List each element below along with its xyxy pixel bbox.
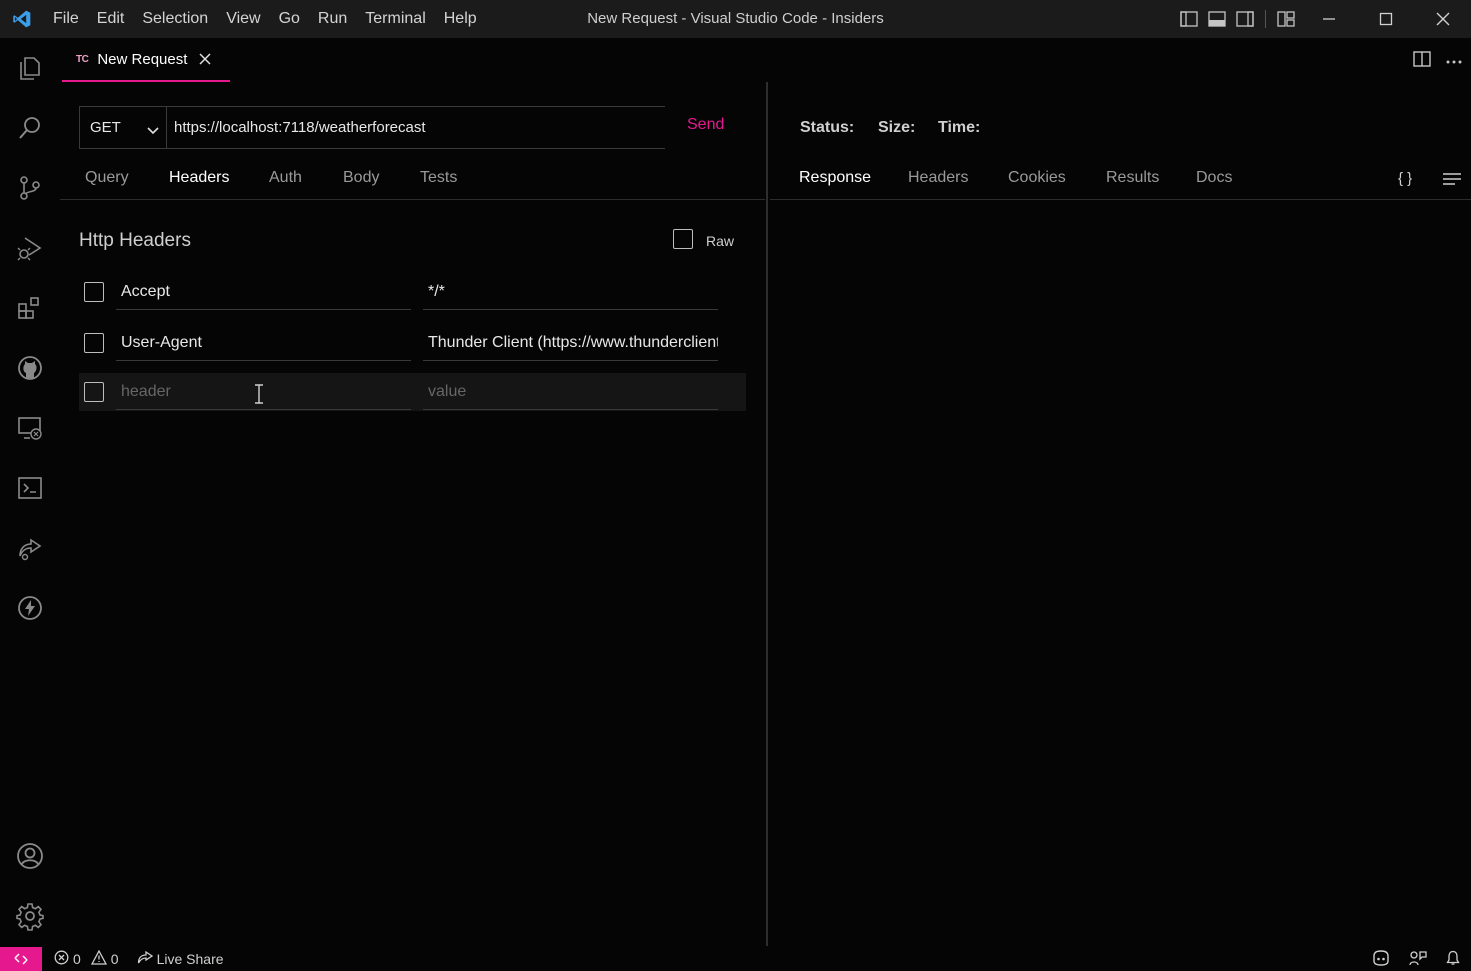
menu-bar: File Edit Selection View Go Run Terminal… [44, 0, 486, 38]
title-controls [1175, 0, 1471, 38]
thunder-client-tab-badge: TC [76, 53, 89, 65]
settings-gear-icon[interactable] [0, 886, 60, 946]
raw-checkbox[interactable] [673, 229, 693, 249]
chevron-down-icon [147, 122, 159, 139]
thunder-client-icon[interactable] [0, 578, 60, 638]
status-label: Status: [800, 119, 855, 136]
copilot-icon[interactable] [1371, 949, 1391, 969]
run-debug-icon[interactable] [0, 218, 60, 278]
remote-indicator-icon[interactable] [0, 947, 42, 971]
problems-indicator[interactable]: 0 0 [54, 949, 119, 968]
search-icon[interactable] [0, 98, 60, 158]
menu-go[interactable]: Go [270, 0, 309, 38]
tab-new-request[interactable]: TC New Request [62, 38, 230, 82]
header-value-input[interactable]: */* [423, 273, 718, 310]
menu-view[interactable]: View [217, 0, 269, 38]
minimize-icon[interactable] [1300, 0, 1357, 38]
account-icon[interactable] [0, 826, 60, 886]
toggle-primary-sidebar-icon[interactable] [1175, 0, 1203, 38]
raw-label: Raw [706, 233, 735, 249]
split-editor-icon[interactable] [1413, 50, 1431, 70]
header-key-input[interactable]: User-Agent [116, 324, 411, 361]
editor-actions [1413, 38, 1463, 82]
request-tabs: Query Headers Auth Body Tests [60, 163, 765, 200]
section-title: Http Headers [79, 230, 191, 251]
response-tabs: Response Headers Cookies Results Docs { … [770, 163, 1471, 200]
new-header-value-input[interactable]: value [423, 373, 718, 410]
status-bar-right [1371, 947, 1461, 971]
header-enable-checkbox[interactable] [84, 333, 104, 353]
maximize-icon[interactable] [1357, 0, 1414, 38]
method-value: GET [90, 119, 121, 136]
vscode-logo-icon [0, 0, 44, 38]
title-separator [1265, 10, 1266, 28]
tab-query[interactable]: Query [85, 169, 129, 187]
text-cursor-icon [253, 384, 265, 407]
time-label: Time: [938, 119, 981, 136]
format-json-button[interactable]: { } [1398, 170, 1412, 187]
header-enable-checkbox[interactable] [84, 382, 104, 402]
warning-count: 0 [110, 951, 119, 967]
menu-terminal[interactable]: Terminal [356, 0, 434, 38]
feedback-icon[interactable] [1409, 950, 1427, 969]
tab-label: New Request [97, 50, 188, 68]
header-enable-checkbox[interactable] [84, 282, 104, 302]
url-input[interactable]: https://localhost:7118/weatherforecast [166, 106, 665, 149]
close-icon[interactable] [198, 52, 212, 66]
panel-divider[interactable] [766, 82, 768, 946]
source-control-icon[interactable] [0, 158, 60, 218]
github-icon[interactable] [0, 338, 60, 398]
header-key-input[interactable]: Accept [116, 273, 411, 310]
tab-headers[interactable]: Headers [169, 169, 229, 187]
toggle-panel-icon[interactable] [1203, 0, 1231, 38]
method-select[interactable]: GET [79, 106, 167, 149]
live-share-status-icon [137, 950, 153, 968]
header-row: User-Agent Thunder Client (https://www.t… [79, 324, 746, 362]
customize-layout-icon[interactable] [1272, 0, 1300, 38]
tab-response[interactable]: Response [799, 169, 871, 187]
activity-bar [0, 38, 60, 947]
header-value-input[interactable]: Thunder Client (https://www.thunderclien… [423, 324, 718, 361]
editor-tab-bar: TC New Request [60, 38, 1471, 82]
tab-results[interactable]: Results [1106, 169, 1159, 187]
live-share-icon[interactable] [0, 518, 60, 578]
explorer-icon[interactable] [0, 38, 60, 98]
size-label: Size: [878, 119, 916, 136]
error-icon [54, 950, 69, 968]
tab-tests[interactable]: Tests [420, 169, 457, 187]
new-header-row: header value [79, 373, 746, 411]
send-button[interactable]: Send [687, 116, 724, 134]
tab-docs[interactable]: Docs [1196, 169, 1232, 187]
menu-edit[interactable]: Edit [88, 0, 134, 38]
extensions-icon[interactable] [0, 278, 60, 338]
menu-run[interactable]: Run [309, 0, 356, 38]
live-share-status[interactable]: Live Share [137, 950, 224, 968]
terminal-icon[interactable] [0, 458, 60, 518]
menu-help[interactable]: Help [435, 0, 486, 38]
toggle-secondary-sidebar-icon[interactable] [1231, 0, 1259, 38]
notifications-bell-icon[interactable] [1445, 950, 1461, 969]
remote-explorer-icon[interactable] [0, 398, 60, 458]
close-window-icon[interactable] [1414, 0, 1471, 38]
word-wrap-icon[interactable] [1442, 172, 1462, 189]
live-share-label: Live Share [156, 951, 224, 967]
tab-auth[interactable]: Auth [269, 169, 302, 187]
warning-icon [90, 949, 107, 968]
more-actions-icon[interactable] [1445, 53, 1463, 68]
header-row: Accept */* [79, 273, 746, 311]
error-count: 0 [73, 951, 81, 967]
menu-selection[interactable]: Selection [133, 0, 217, 38]
tab-response-headers[interactable]: Headers [908, 169, 968, 187]
status-bar: 0 0 Live Share [0, 947, 1471, 971]
menu-file[interactable]: File [44, 0, 88, 38]
title-bar: File Edit Selection View Go Run Terminal… [0, 0, 1471, 38]
tab-body[interactable]: Body [343, 169, 379, 187]
tab-cookies[interactable]: Cookies [1008, 169, 1066, 187]
